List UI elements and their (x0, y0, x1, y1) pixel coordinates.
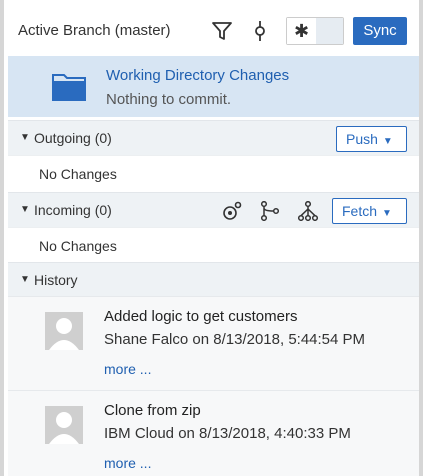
outgoing-empty-row: No Changes (8, 155, 419, 192)
working-directory-title[interactable]: Working Directory Changes (106, 67, 289, 84)
working-directory-status: Nothing to commit. (106, 91, 232, 108)
toggle-track (316, 18, 343, 44)
filter-icon[interactable] (211, 20, 233, 42)
outgoing-empty-text: No Changes (39, 166, 117, 182)
incoming-label: Incoming (0) (34, 202, 112, 218)
avatar (45, 406, 83, 444)
avatar (45, 312, 83, 350)
history-commit-item[interactable]: Added logic to get customers Shane Falco… (8, 296, 419, 391)
commit-author: Shane Falco (104, 331, 189, 348)
commit-message: Clone from zip (104, 402, 201, 419)
chevron-down-icon: ▼ (382, 208, 392, 219)
toolbar: Active Branch (master) ✱ Sync (8, 0, 419, 56)
push-button-label: Push (346, 131, 378, 147)
merge-icon[interactable] (297, 200, 319, 222)
incoming-empty-row: No Changes (8, 227, 419, 264)
git-panel-content: Active Branch (master) ✱ Sync Working Di… (8, 0, 419, 476)
fetch-merge-icon[interactable] (222, 201, 244, 221)
more-link[interactable]: more ... (104, 455, 151, 471)
sync-button[interactable]: Sync (353, 17, 407, 45)
push-button[interactable]: Push ▼ (336, 126, 407, 152)
asterisk-icon: ✱ (287, 18, 317, 44)
view-toggle[interactable]: ✱ (286, 17, 344, 45)
branch-icon[interactable] (259, 200, 281, 222)
commit-author: IBM Cloud (104, 425, 175, 442)
active-branch-title: Active Branch (master) (18, 22, 171, 39)
git-panel: Active Branch (master) ✱ Sync Working Di… (0, 0, 423, 476)
commit-meta: IBM Cloud on 8/13/2018, 4:40:33 PM (104, 425, 351, 442)
fetch-button-label: Fetch (342, 203, 378, 219)
outgoing-label: Outgoing (0) (34, 130, 112, 146)
collapse-caret-icon[interactable]: ▼ (20, 204, 30, 215)
commit-message: Added logic to get customers (104, 308, 298, 325)
incoming-empty-text: No Changes (39, 238, 117, 254)
history-commit-item[interactable]: Clone from zip IBM Cloud on 8/13/2018, 4… (8, 390, 419, 476)
history-section-header[interactable]: ▼ History (8, 262, 419, 297)
commit-meta: Shane Falco on 8/13/2018, 5:44:54 PM (104, 331, 365, 348)
chevron-down-icon: ▼ (382, 136, 393, 147)
collapse-caret-icon[interactable]: ▼ (20, 132, 30, 143)
outgoing-section-header[interactable]: ▼ Outgoing (0) Push ▼ (8, 120, 419, 155)
folder-icon (52, 71, 86, 106)
incoming-section-header[interactable]: ▼ Incoming (0) Fetch ▼ (8, 192, 419, 227)
fetch-button[interactable]: Fetch ▼ (332, 198, 407, 224)
working-directory-changes-row[interactable]: Working Directory Changes Nothing to com… (8, 56, 419, 117)
commit-date: on 8/13/2018, 5:44:54 PM (192, 331, 366, 348)
git-commit-icon[interactable] (249, 20, 271, 42)
history-label: History (34, 272, 78, 288)
collapse-caret-icon[interactable]: ▼ (20, 274, 30, 285)
more-link[interactable]: more ... (104, 361, 151, 377)
commit-date: on 8/13/2018, 4:40:33 PM (178, 425, 351, 442)
